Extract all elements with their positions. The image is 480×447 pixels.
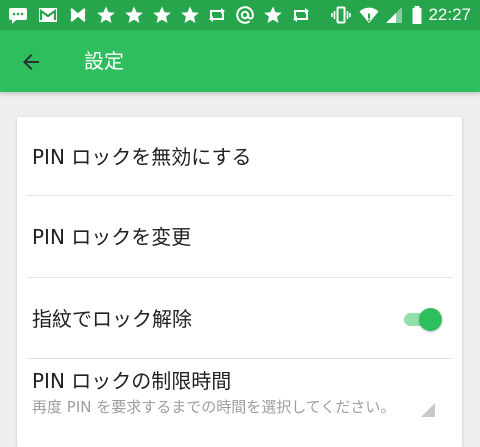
toggle-thumb [419, 308, 442, 331]
chat-icon [8, 5, 28, 25]
fingerprint-toggle[interactable] [402, 306, 442, 332]
wifi-icon [359, 5, 379, 25]
page-title: 設定 [84, 49, 124, 73]
setting-pin-time-limit-label: PIN ロックの制限時間 [32, 369, 232, 393]
clock: 22:27 [428, 5, 471, 24]
arrow-left-icon [23, 54, 39, 70]
star-icon [180, 5, 200, 25]
signal-icon [384, 5, 404, 25]
dropdown-corner-icon [421, 403, 435, 417]
setting-disable-pin-label: PIN ロックを無効にする [32, 145, 252, 169]
retweet-icon [207, 5, 227, 25]
back-button[interactable] [14, 45, 48, 79]
star-icon [152, 5, 172, 25]
setting-fingerprint-unlock-label: 指紋でロック解除 [32, 307, 192, 331]
settings-card: PIN ロックを無効にする PIN ロックを変更 指紋でロック解除 PIN ロッ… [17, 117, 462, 447]
status-bar: 22:27 [0, 0, 480, 30]
star-icon [96, 5, 116, 25]
star-icon [124, 5, 144, 25]
setting-pin-time-limit-summary: 再度 PIN を要求するまでの時間を選択してください。 [32, 398, 396, 416]
setting-change-pin-label: PIN ロックを変更 [32, 225, 192, 249]
battery-icon [407, 5, 427, 25]
at-icon [235, 5, 255, 25]
star-icon [263, 5, 283, 25]
mail-icon [68, 5, 88, 25]
gmail-icon [38, 5, 58, 25]
setting-change-pin[interactable]: PIN ロックを変更 [17, 196, 462, 277]
setting-disable-pin[interactable]: PIN ロックを無効にする [17, 117, 462, 195]
app-bar: 設定 [0, 30, 480, 92]
vibrate-icon [331, 5, 351, 25]
retweet-icon [291, 5, 311, 25]
setting-fingerprint-unlock[interactable]: 指紋でロック解除 [17, 278, 462, 358]
